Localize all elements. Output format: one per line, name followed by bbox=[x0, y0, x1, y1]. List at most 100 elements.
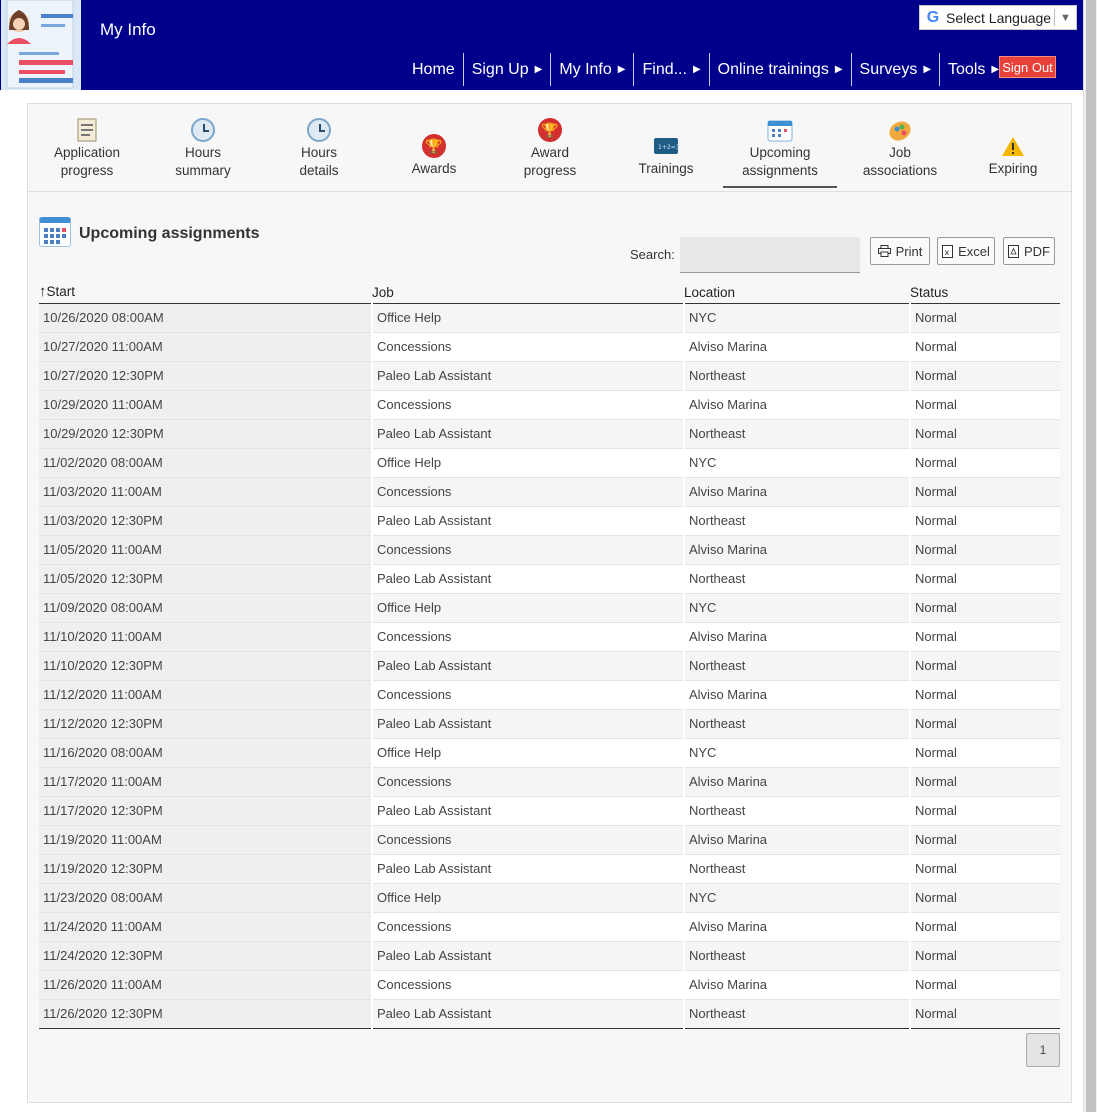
cell-start: 11/05/2020 11:00AM bbox=[39, 535, 372, 565]
table-row[interactable]: 11/16/2020 08:00AM Office Help NYC Normal bbox=[39, 738, 1060, 768]
column-header-status[interactable]: Status bbox=[910, 279, 1060, 304]
table-row[interactable]: 11/03/2020 11:00AM Concessions Alviso Mari… bbox=[39, 477, 1060, 507]
cell-start: 11/10/2020 12:30PM bbox=[39, 651, 372, 681]
cell-job: Paleo Lab Assistant bbox=[371, 564, 684, 594]
cell-status: Normal bbox=[909, 796, 1060, 826]
cell-location: Alviso Marina bbox=[683, 390, 910, 420]
tab-label: Expiring bbox=[988, 161, 1038, 176]
tab-upcoming-assignments[interactable]: Upcoming assignments bbox=[723, 104, 837, 192]
table-row[interactable]: 11/12/2020 12:30PM Paleo Lab Assistant Nor… bbox=[39, 709, 1060, 739]
assignments-table-container: ↑Start Job Location Status 10/26/2020 08… bbox=[39, 279, 1060, 1029]
trophy-icon: 🏆 bbox=[420, 132, 448, 160]
cell-start: 10/26/2020 08:00AM bbox=[39, 303, 372, 333]
scrollbar-thumb[interactable] bbox=[1086, 0, 1096, 1112]
nav-my-info[interactable]: My Info ▶ bbox=[551, 53, 635, 86]
table-row[interactable]: 11/19/2020 11:00AM Concessions Alviso Mari… bbox=[39, 825, 1060, 855]
cell-location: Northeast bbox=[683, 564, 910, 594]
table-row[interactable]: 10/27/2020 12:30PM Paleo Lab Assistant Nor… bbox=[39, 361, 1060, 391]
cell-job: Concessions bbox=[371, 622, 684, 652]
profile-document-icon bbox=[6, 0, 74, 89]
tab-hours-details[interactable]: Hours details bbox=[272, 104, 366, 192]
cell-location: Northeast bbox=[683, 796, 910, 826]
print-button[interactable]: Print bbox=[870, 237, 930, 265]
cell-location: Alviso Marina bbox=[683, 825, 910, 855]
table-row[interactable]: 11/12/2020 11:00AM Concessions Alviso Mari… bbox=[39, 680, 1060, 710]
cell-job: Paleo Lab Assistant bbox=[371, 651, 684, 681]
tab-award-progress[interactable]: 🏆 Award progress bbox=[503, 104, 597, 192]
table-row[interactable]: 10/29/2020 12:30PM Paleo Lab Assistant Nor… bbox=[39, 419, 1060, 449]
tab-awards[interactable]: 🏆 Awards bbox=[387, 104, 481, 192]
cell-location: Northeast bbox=[683, 709, 910, 739]
table-row[interactable]: 11/17/2020 12:30PM Paleo Lab Assistant Nor… bbox=[39, 796, 1060, 826]
nav-online-trainings[interactable]: Online trainings ▶ bbox=[710, 53, 852, 86]
table-row[interactable]: 11/10/2020 11:00AM Concessions Alviso Mari… bbox=[39, 622, 1060, 652]
excel-button-label: Excel bbox=[958, 243, 990, 259]
table-row[interactable]: 11/10/2020 12:30PM Paleo Lab Assistant Nor… bbox=[39, 651, 1060, 681]
vertical-scrollbar[interactable] bbox=[1083, 0, 1097, 1112]
cell-job: Paleo Lab Assistant bbox=[371, 941, 684, 971]
column-header-job[interactable]: Job bbox=[372, 279, 684, 304]
cell-status: Normal bbox=[909, 883, 1060, 913]
tab-hours-summary[interactable]: Hours summary bbox=[156, 104, 250, 192]
cell-job: Office Help bbox=[371, 303, 684, 333]
tab-application-progress[interactable]: Application progress bbox=[40, 104, 134, 192]
active-tab-indicator bbox=[723, 186, 837, 188]
language-select[interactable]: G Select Language ▼ bbox=[919, 5, 1077, 30]
cell-location: NYC bbox=[683, 448, 910, 478]
table-row[interactable]: 11/02/2020 08:00AM Office Help NYC Normal bbox=[39, 448, 1060, 478]
cell-start: 11/02/2020 08:00AM bbox=[39, 448, 372, 478]
cell-status: Normal bbox=[909, 535, 1060, 565]
table-row[interactable]: 11/26/2020 11:00AM Concessions Alviso Mari… bbox=[39, 970, 1060, 1000]
cell-location: Alviso Marina bbox=[683, 332, 910, 362]
pdf-button[interactable]: PDF bbox=[1003, 237, 1055, 265]
app-logo[interactable] bbox=[1, 0, 81, 90]
cell-status: Normal bbox=[909, 680, 1060, 710]
table-row[interactable]: 11/05/2020 11:00AM Concessions Alviso Mari… bbox=[39, 535, 1060, 565]
table-row[interactable]: 11/23/2020 08:00AM Office Help NYC Normal bbox=[39, 883, 1060, 913]
cell-start: 11/24/2020 11:00AM bbox=[39, 912, 372, 942]
tab-expiring[interactable]: Expiring bbox=[966, 104, 1060, 192]
pdf-file-icon bbox=[1008, 244, 1019, 258]
cell-location: Alviso Marina bbox=[683, 970, 910, 1000]
table-row[interactable]: 11/09/2020 08:00AM Office Help NYC Normal bbox=[39, 593, 1060, 623]
table-row[interactable]: 11/24/2020 12:30PM Paleo Lab Assistant Nor… bbox=[39, 941, 1060, 971]
tab-trainings[interactable]: 1+2=3 Trainings bbox=[619, 104, 713, 192]
tab-job-associations[interactable]: Job associations bbox=[850, 104, 950, 192]
nav-tools[interactable]: Tools ▶ bbox=[940, 53, 1007, 86]
cell-location: Alviso Marina bbox=[683, 477, 910, 507]
table-row[interactable]: 11/24/2020 11:00AM Concessions Alviso Mari… bbox=[39, 912, 1060, 942]
warning-icon bbox=[999, 132, 1027, 160]
column-header-start[interactable]: ↑Start bbox=[39, 279, 372, 304]
table-row[interactable]: 11/03/2020 12:30PM Paleo Lab Assistant Nor… bbox=[39, 506, 1060, 536]
search-input[interactable] bbox=[680, 237, 860, 273]
tab-label: Upcoming bbox=[749, 145, 811, 160]
table-header-row: ↑Start Job Location Status bbox=[39, 279, 1060, 304]
cell-start: 11/12/2020 11:00AM bbox=[39, 680, 372, 710]
caret-right-icon: ▶ bbox=[923, 64, 932, 75]
table-row[interactable]: 10/29/2020 11:00AM Concessions Alviso Mari… bbox=[39, 390, 1060, 420]
cell-status: Normal bbox=[909, 506, 1060, 536]
column-header-location[interactable]: Location bbox=[684, 279, 910, 304]
cell-location: NYC bbox=[683, 883, 910, 913]
nav-sign-up[interactable]: Sign Up ▶ bbox=[464, 53, 552, 86]
nav-home[interactable]: Home bbox=[404, 53, 464, 86]
pagination-page-button[interactable]: 1 bbox=[1026, 1033, 1060, 1067]
cell-start: 10/29/2020 12:30PM bbox=[39, 419, 372, 449]
cell-location: Northeast bbox=[683, 419, 910, 449]
cell-job: Office Help bbox=[371, 448, 684, 478]
cell-status: Normal bbox=[909, 419, 1060, 449]
cell-location: Alviso Marina bbox=[683, 680, 910, 710]
table-row[interactable]: 11/17/2020 11:00AM Concessions Alviso Mari… bbox=[39, 767, 1060, 797]
table-row[interactable]: 11/05/2020 12:30PM Paleo Lab Assistant Nor… bbox=[39, 564, 1060, 594]
nav-find[interactable]: Find... ▶ bbox=[634, 53, 710, 86]
cell-start: 11/19/2020 12:30PM bbox=[39, 854, 372, 884]
table-row[interactable]: 10/26/2020 08:00AM Office Help NYC Normal bbox=[39, 303, 1060, 333]
nav-surveys-label: Surveys bbox=[859, 60, 918, 78]
excel-button[interactable]: x Excel bbox=[937, 237, 995, 265]
nav-surveys[interactable]: Surveys ▶ bbox=[852, 53, 941, 86]
sign-out-button[interactable]: Sign Out bbox=[999, 56, 1056, 78]
table-row[interactable]: 11/19/2020 12:30PM Paleo Lab Assistant Nor… bbox=[39, 854, 1060, 884]
table-row[interactable]: 10/27/2020 11:00AM Concessions Alviso Mari… bbox=[39, 332, 1060, 362]
table-row[interactable]: 11/26/2020 12:30PM Paleo Lab Assistant Nor… bbox=[39, 999, 1060, 1029]
cell-start: 11/12/2020 12:30PM bbox=[39, 709, 372, 739]
